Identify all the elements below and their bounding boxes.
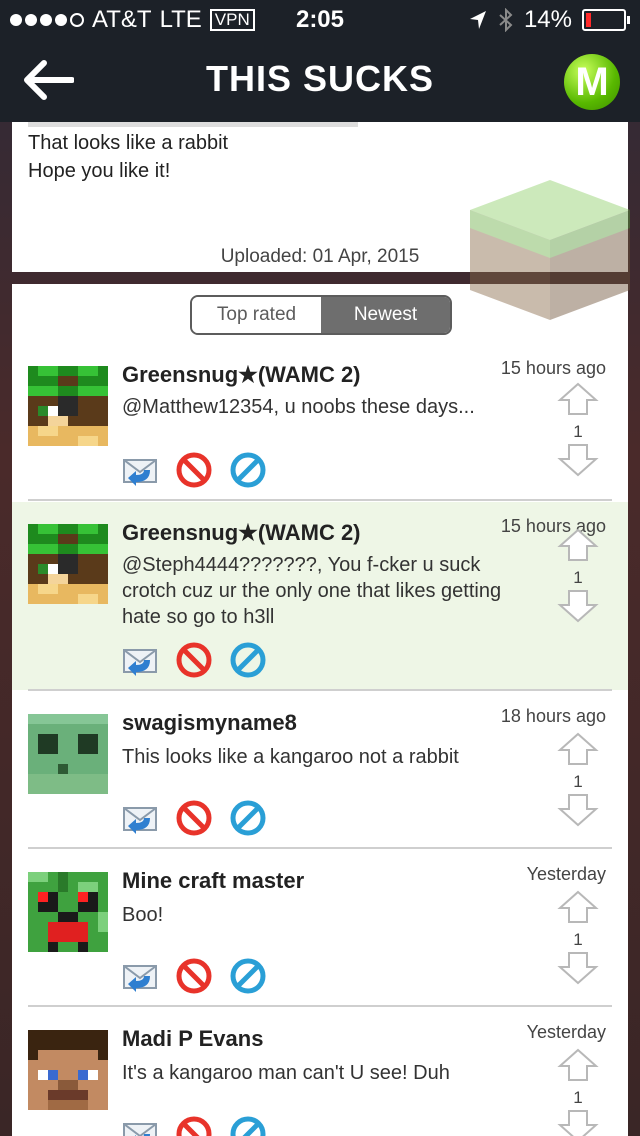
- comments-panel: Top rated Newest Greensnug★(WAMC 2) 15 ho…: [12, 284, 628, 1136]
- vote-count: 1: [573, 772, 583, 791]
- app-logo-button[interactable]: M: [564, 54, 620, 110]
- upvote-arrow-icon[interactable]: [556, 528, 600, 567]
- reply-icon[interactable]: [122, 452, 158, 493]
- status-bar: AT&T LTE VPN 2:05 14%: [0, 0, 640, 40]
- comment-time: Yesterday: [526, 864, 606, 884]
- upvote-arrow-icon[interactable]: [556, 1048, 600, 1087]
- comment-item: swagismyname8 18 hours ago This looks like…: [12, 690, 628, 848]
- comment-text: This looks like a kangaroo not a rabbit: [122, 746, 459, 768]
- report-icon[interactable]: [176, 642, 212, 683]
- comment-author[interactable]: Madi P Evans: [122, 1026, 263, 1052]
- comment-text: @Matthew12354, u noobs these days...: [122, 396, 475, 418]
- comment-text: It's a kangaroo man can't U see! Duh: [122, 1062, 450, 1084]
- downvote-arrow-icon[interactable]: [556, 443, 600, 482]
- vote-control: 1: [556, 528, 600, 628]
- comment-time: 18 hours ago: [500, 706, 606, 726]
- block-icon[interactable]: [230, 958, 266, 999]
- tab-newest[interactable]: Newest: [321, 297, 450, 333]
- page-title: THIS SUCKS: [205, 58, 435, 99]
- post-text-line: Hope you like it!: [28, 160, 171, 182]
- grass-block-image: [470, 180, 630, 320]
- reply-icon[interactable]: [122, 1116, 158, 1136]
- comment-item: Greensnug★(WAMC 2) 15 hours ago @Steph4444…: [12, 502, 628, 690]
- clipped-text-line: [28, 122, 368, 128]
- avatar[interactable]: [28, 1030, 108, 1110]
- post-text-line: That looks like a rabbit: [28, 132, 229, 154]
- comment-actions: [122, 642, 266, 683]
- sort-segmented-control: Top rated Newest: [190, 295, 452, 335]
- avatar[interactable]: [28, 714, 108, 794]
- comment-text: Boo!: [122, 904, 164, 926]
- vote-count: 1: [573, 1088, 583, 1107]
- upvote-arrow-icon[interactable]: [556, 382, 600, 421]
- bluetooth-icon: [499, 8, 513, 32]
- block-icon[interactable]: [230, 452, 266, 493]
- vote-count: 1: [573, 568, 583, 587]
- upvote-arrow-icon[interactable]: [556, 732, 600, 771]
- upvote-arrow-icon[interactable]: [556, 890, 600, 929]
- report-icon[interactable]: [176, 800, 212, 841]
- comment-item: Mine craft master Yesterday Boo! 1: [12, 848, 628, 1006]
- vote-count: 1: [573, 930, 583, 949]
- vote-control: 1: [556, 382, 600, 482]
- vote-control: 1: [556, 732, 600, 832]
- block-icon[interactable]: [230, 1116, 266, 1136]
- comment-author[interactable]: Greensnug★(WAMC 2): [122, 362, 361, 388]
- downvote-arrow-icon[interactable]: [556, 793, 600, 832]
- avatar[interactable]: [28, 872, 108, 952]
- downvote-arrow-icon[interactable]: [556, 951, 600, 990]
- reply-icon[interactable]: [122, 642, 158, 683]
- comment-text: @Steph4444???????, You f-cker u suck cro…: [122, 554, 502, 628]
- comment-actions: [122, 1116, 266, 1136]
- battery-percent: 14%: [523, 6, 572, 33]
- report-icon[interactable]: [176, 958, 212, 999]
- comment-author[interactable]: swagismyname8: [122, 710, 297, 736]
- block-icon[interactable]: [230, 800, 266, 841]
- comment-time: 15 hours ago: [500, 358, 606, 378]
- comment-item: Greensnug★(WAMC 2) 15 hours ago @Matthew12…: [12, 346, 628, 500]
- vote-control: 1: [556, 1048, 600, 1136]
- downvote-arrow-icon[interactable]: [556, 589, 600, 628]
- block-icon[interactable]: [230, 642, 266, 683]
- report-icon[interactable]: [176, 452, 212, 493]
- tab-top-rated[interactable]: Top rated: [192, 297, 321, 333]
- report-icon[interactable]: [176, 1116, 212, 1136]
- vote-control: 1: [556, 890, 600, 990]
- comment-actions: [122, 958, 266, 999]
- comment-actions: [122, 800, 266, 841]
- comment-time: Yesterday: [526, 1022, 606, 1042]
- comment-author[interactable]: Mine craft master: [122, 868, 304, 894]
- comment-divider: [28, 499, 612, 501]
- navigation-bar: THIS SUCKS M: [0, 40, 640, 122]
- reply-icon[interactable]: [122, 958, 158, 999]
- comment-actions: [122, 452, 266, 493]
- reply-icon[interactable]: [122, 800, 158, 841]
- avatar[interactable]: [28, 366, 108, 446]
- comment-author[interactable]: Greensnug★(WAMC 2): [122, 520, 361, 546]
- comment-item: Madi P Evans Yesterday It's a kangaroo man…: [12, 1006, 628, 1136]
- avatar[interactable]: [28, 524, 108, 604]
- vote-count: 1: [573, 422, 583, 441]
- downvote-arrow-icon[interactable]: [556, 1109, 600, 1136]
- location-arrow-icon: [469, 11, 486, 29]
- battery-icon: [582, 9, 630, 31]
